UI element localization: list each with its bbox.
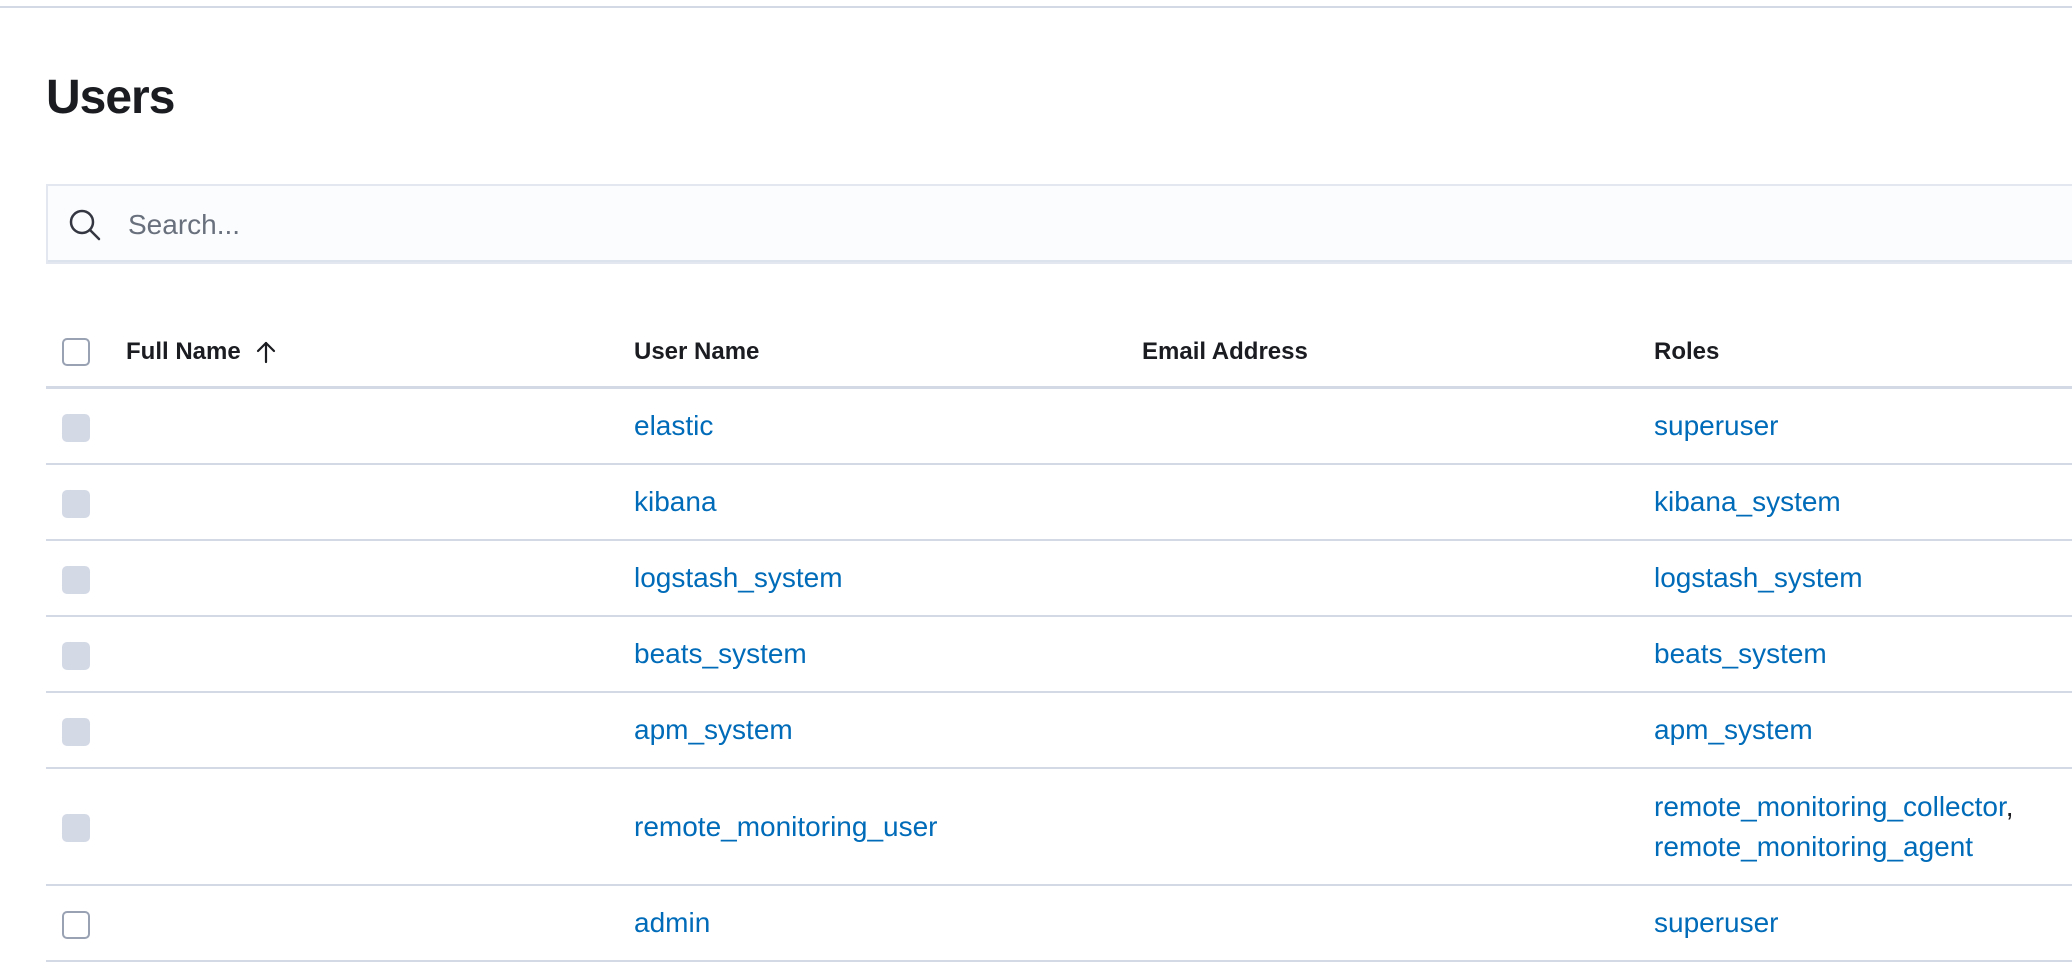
full-name-cell bbox=[126, 540, 634, 617]
row-checkbox bbox=[62, 565, 90, 594]
table-header-row: Full Name User Name Email Address Roles bbox=[46, 318, 2072, 389]
email-cell bbox=[1142, 616, 1654, 693]
column-header-full-name[interactable]: Full Name bbox=[126, 318, 634, 389]
page-title: Users bbox=[46, 71, 175, 124]
table-row: logstash_system logstash_system bbox=[46, 540, 2072, 617]
users-table: Full Name User Name Email Address Roles … bbox=[46, 318, 2072, 962]
user-name-link[interactable]: kibana bbox=[634, 486, 717, 517]
search-icon bbox=[69, 209, 101, 241]
full-name-cell bbox=[126, 692, 634, 769]
role-link[interactable]: remote_monitoring_agent bbox=[1654, 831, 1973, 862]
role-link[interactable]: superuser bbox=[1654, 907, 1779, 938]
user-name-link[interactable]: admin bbox=[634, 907, 710, 938]
email-cell bbox=[1142, 540, 1654, 617]
column-header-user-name[interactable]: User Name bbox=[634, 318, 1142, 389]
sort-up-arrow-icon bbox=[256, 341, 275, 364]
top-divider bbox=[0, 0, 2072, 8]
full-name-cell bbox=[126, 616, 634, 693]
full-name-cell bbox=[126, 464, 634, 541]
table-row: admin superuser bbox=[46, 885, 2072, 962]
search-input[interactable] bbox=[126, 198, 2030, 252]
row-checkbox bbox=[62, 814, 90, 843]
role-link[interactable]: superuser bbox=[1654, 410, 1779, 441]
role-link[interactable]: logstash_system bbox=[1654, 562, 1863, 593]
column-header-email[interactable]: Email Address bbox=[1142, 318, 1654, 389]
email-cell bbox=[1142, 387, 1654, 465]
table-row: remote_monitoring_user remote_monitoring… bbox=[46, 768, 2072, 886]
user-name-link[interactable]: remote_monitoring_user bbox=[634, 811, 938, 842]
email-cell bbox=[1142, 768, 1654, 886]
role-link[interactable]: remote_monitoring_collector bbox=[1654, 791, 2006, 822]
role-separator: , bbox=[2005, 790, 2014, 822]
row-checkbox bbox=[62, 413, 90, 442]
search-bar[interactable] bbox=[46, 184, 2072, 264]
email-cell bbox=[1142, 885, 1654, 962]
role-link[interactable]: kibana_system bbox=[1654, 486, 1841, 517]
column-header-roles: Roles bbox=[1654, 318, 2072, 389]
user-name-link[interactable]: logstash_system bbox=[634, 562, 843, 593]
select-all-checkbox[interactable] bbox=[62, 338, 90, 367]
row-checkbox bbox=[62, 489, 90, 518]
user-name-link[interactable]: elastic bbox=[634, 410, 713, 441]
full-name-cell bbox=[126, 768, 634, 886]
roles-cell: remote_monitoring_collector, remote_moni… bbox=[1654, 768, 2072, 886]
table-row: apm_system apm_system bbox=[46, 692, 2072, 769]
role-link[interactable]: beats_system bbox=[1654, 638, 1827, 669]
row-checkbox bbox=[62, 641, 90, 670]
full-name-cell bbox=[126, 885, 634, 962]
row-checkbox bbox=[62, 717, 90, 746]
table-row: beats_system beats_system bbox=[46, 616, 2072, 693]
column-header-full-name-label: Full Name bbox=[126, 338, 241, 365]
email-cell bbox=[1142, 464, 1654, 541]
select-all-cell bbox=[46, 318, 126, 389]
row-checkbox[interactable] bbox=[62, 910, 90, 939]
table-row: kibana kibana_system bbox=[46, 464, 2072, 541]
email-cell bbox=[1142, 692, 1654, 769]
user-name-link[interactable]: apm_system bbox=[634, 714, 793, 745]
role-link[interactable]: apm_system bbox=[1654, 714, 1813, 745]
full-name-cell bbox=[126, 387, 634, 465]
user-name-link[interactable]: beats_system bbox=[634, 638, 807, 669]
table-row: elastic superuser bbox=[46, 387, 2072, 465]
